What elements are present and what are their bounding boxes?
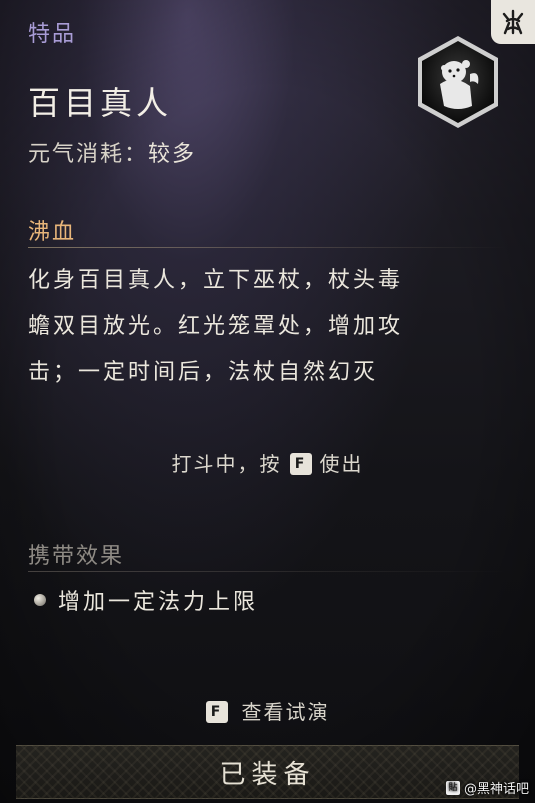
cost-label: 元气消耗： [28,142,149,167]
preview-label: 查看试演 [241,700,330,724]
ability-title: 沸血 [28,220,77,245]
carry-effect-text: 增加一定法力上限 [58,590,259,615]
hundred-eyed-daoist-portrait-icon [414,34,502,130]
spirit-detail-panel: 特品 百目真人 元气消耗：较多 沸血 化身百目真人，立下巫杖，杖头毒 蟾双目放光… [0,0,535,803]
carry-effect-title: 携带效果 [28,544,125,569]
item-tier: 特品 [28,22,77,47]
section-divider [28,247,507,248]
spirit-cost: 元气消耗：较多 [28,136,196,168]
watermark: 貼 @黑神话吧 [445,778,529,797]
cost-value: 较多 [148,142,197,167]
ability-description-line: 化身百目真人，立下巫杖，杖头毒 [28,268,404,293]
carry-effect-section-header: 携带效果 [0,538,535,572]
f-key-icon: F [205,700,228,723]
equipped-label: 已装备 [219,759,316,790]
section-divider [28,571,507,572]
preview-demo-button[interactable]: F 查看试演 [0,696,535,725]
ability-description-line: 蟾双目放光。红光笼罩处，增加攻 [28,314,404,339]
ability-section-header: 沸血 [0,214,535,248]
spirit-name: 百目真人 [28,84,173,122]
baidu-paw-icon: 貼 [445,780,460,795]
watermark-text: @黑神话吧 [463,782,529,797]
ability-description-line: 击；一定时间后，法杖自然幻灭 [28,360,379,385]
usage-hint-before: 打斗中，按 [171,452,282,476]
bullet-orb-icon [34,594,46,606]
equipped-button[interactable]: 已装备 [16,745,519,799]
usage-hint: 打斗中，按 F 使出 [0,448,535,477]
carry-effect-item: 增加一定法力上限 [34,584,258,616]
usage-hint-after: 使出 [319,452,364,476]
f-key-icon: F [289,452,312,475]
